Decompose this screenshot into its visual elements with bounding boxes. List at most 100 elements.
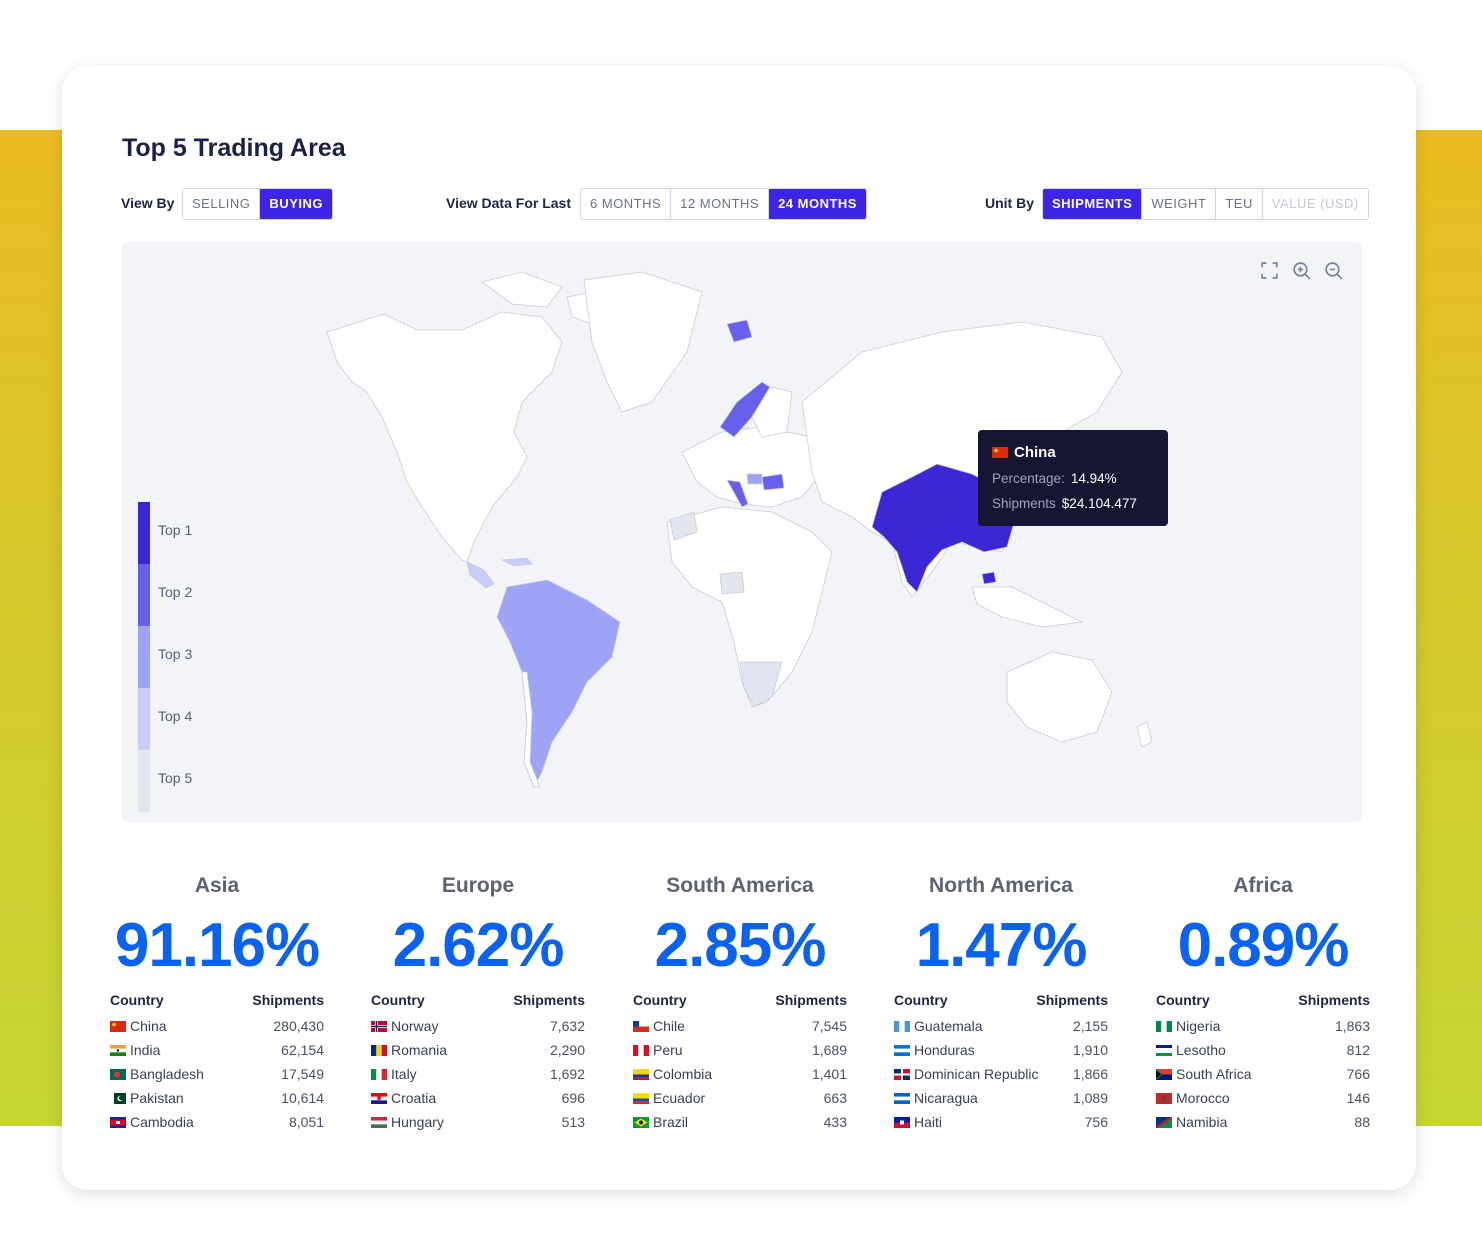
country-name: Nicaragua (914, 1090, 978, 1106)
country-cell: Nigeria (1156, 1018, 1220, 1034)
tooltip-country: China (1014, 444, 1056, 461)
country-name: Bangladesh (130, 1066, 204, 1082)
brazil-flag-icon (633, 1116, 649, 1128)
country-cell: Hungary (371, 1114, 444, 1130)
unit-by-toggle: SHIPMENTS WEIGHT TEU VALUE (USD) (1042, 188, 1369, 220)
pakistan-flag-icon (110, 1092, 126, 1104)
map-europe (681, 426, 823, 508)
region-percentage: 2.62% (392, 911, 565, 980)
shipments-value: 10,614 (281, 1090, 324, 1106)
shipments-value: 280,430 (273, 1018, 324, 1034)
world-map (326, 271, 1153, 788)
map-southern-africa (739, 661, 783, 708)
shipments-value: 88 (1354, 1114, 1370, 1130)
country-cell: Brazil (633, 1114, 688, 1130)
region-name: Europe (441, 874, 515, 897)
unit-by-label: Unit By (985, 195, 1034, 211)
legend-swatch-top-4 (138, 688, 150, 750)
legend-swatch-top-2 (138, 564, 150, 626)
view-by-label: View By (121, 195, 175, 211)
table-row: China 280,430 (110, 1014, 324, 1038)
period-12-months-button[interactable]: 12 MONTHS (671, 189, 770, 219)
region-table-header: Country Shipments (371, 992, 585, 1008)
shipments-value: 146 (1346, 1090, 1370, 1106)
region-table-header: Country Shipments (1156, 992, 1370, 1008)
table-row: Italy 1,692 (371, 1062, 585, 1086)
country-cell: Croatia (371, 1090, 436, 1106)
shipments-value: 663 (823, 1090, 847, 1106)
world-map-panel[interactable]: Top 1 Top 2 Top 3 Top 4 Top 5 China Perc… (122, 242, 1362, 822)
shipments-value: 1,089 (1072, 1090, 1108, 1106)
legend-label-top-2: Top 2 (158, 584, 193, 600)
country-cell: China (110, 1018, 167, 1034)
map-new-zealand (1136, 721, 1153, 748)
view-by-selling-button[interactable]: SELLING (183, 189, 261, 219)
map-greenland (583, 271, 703, 413)
cambodia-flag-icon (110, 1116, 126, 1128)
country-cell: South Africa (1156, 1066, 1252, 1082)
country-name: Italy (391, 1066, 417, 1082)
map-romania (761, 473, 785, 491)
norway-flag-icon (371, 1020, 387, 1032)
shipments-value: 7,632 (549, 1018, 585, 1034)
unit-value-usd-button: VALUE (USD) (1262, 189, 1368, 219)
table-row: Colombia 1,401 (633, 1062, 847, 1086)
country-cell: Namibia (1156, 1114, 1227, 1130)
country-name: Dominican Republic (914, 1066, 1039, 1082)
shipments-value: 1,692 (549, 1066, 585, 1082)
region-name: Asia (194, 874, 240, 897)
table-row: Nicaragua 1,089 (894, 1086, 1108, 1110)
period-24-months-button[interactable]: 24 MONTHS (769, 189, 866, 219)
unit-weight-button[interactable]: WEIGHT (1142, 189, 1217, 219)
italy-flag-icon (371, 1068, 387, 1080)
shipments-value: 513 (561, 1114, 585, 1130)
china-flag-icon (110, 1020, 126, 1032)
table-row: Dominican Republic 1,866 (894, 1062, 1108, 1086)
country-cell: Norway (371, 1018, 438, 1034)
country-name: Honduras (914, 1042, 975, 1058)
country-name: South Africa (1176, 1066, 1252, 1082)
map-cambodia (981, 571, 997, 585)
table-row: Morocco 146 (1156, 1086, 1370, 1110)
country-name: Romania (391, 1042, 448, 1058)
region-percentage: 1.47% (915, 911, 1088, 980)
region-table: Country Shipments Norway 7,632 Romania 2,290 I… (371, 992, 585, 1134)
unit-teu-button[interactable]: TEU (1216, 189, 1263, 219)
shipments-value: 1,866 (1072, 1066, 1108, 1082)
region-column-north-america: North America 1.47% Country Shipments Guatem… (894, 874, 1108, 1134)
shipments-value: 2,155 (1072, 1018, 1108, 1034)
map-central-america (466, 561, 495, 589)
country-name: Morocco (1176, 1090, 1230, 1106)
column-header-shipments: Shipments (775, 992, 847, 1008)
table-row: Bangladesh 17,549 (110, 1062, 324, 1086)
shipments-value: 1,910 (1072, 1042, 1108, 1058)
nicaragua-flag-icon (894, 1092, 910, 1104)
shipments-value: 1,863 (1334, 1018, 1370, 1034)
chile-flag-icon (633, 1020, 649, 1032)
country-name: India (130, 1042, 161, 1058)
view-by-buying-button[interactable]: BUYING (260, 189, 332, 219)
table-row: Ecuador 663 (633, 1086, 847, 1110)
region-percentage: 0.89% (1177, 911, 1350, 980)
country-cell: Chile (633, 1018, 685, 1034)
period-6-months-button[interactable]: 6 MONTHS (581, 189, 672, 219)
country-cell: Lesotho (1156, 1042, 1226, 1058)
country-cell: Romania (371, 1042, 447, 1058)
country-cell: Colombia (633, 1066, 712, 1082)
table-row: Hungary 513 (371, 1110, 585, 1134)
country-cell: Guatemala (894, 1018, 982, 1034)
country-name: Chile (653, 1018, 685, 1034)
unit-shipments-button[interactable]: SHIPMENTS (1043, 189, 1143, 219)
country-name: Ecuador (653, 1090, 706, 1106)
country-cell: India (110, 1042, 160, 1058)
shipments-value: 17,549 (281, 1066, 324, 1082)
region-percentage: 91.16% (114, 911, 320, 980)
map-caribbean (500, 557, 533, 567)
colombia-flag-icon (633, 1068, 649, 1080)
country-name: Pakistan (130, 1090, 184, 1106)
column-header-shipments: Shipments (513, 992, 585, 1008)
country-cell: Italy (371, 1066, 417, 1082)
legend-swatch-top-3 (138, 626, 150, 688)
column-header-country: Country (1156, 992, 1210, 1008)
column-header-shipments: Shipments (252, 992, 324, 1008)
